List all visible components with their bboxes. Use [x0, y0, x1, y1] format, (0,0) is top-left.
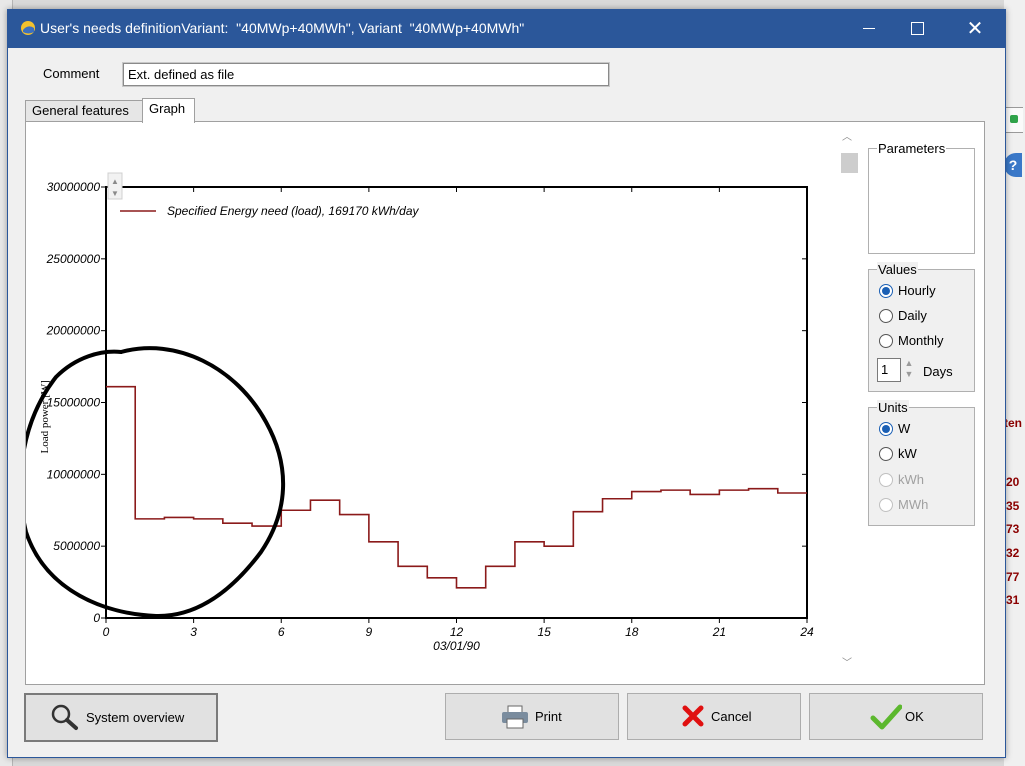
radio-label: Monthly	[898, 333, 944, 348]
chevron-up-icon[interactable]: ▲	[111, 177, 119, 186]
app-logo-icon	[21, 21, 35, 35]
y-tick-label: 20000000	[46, 324, 101, 338]
radio-label: kWh	[898, 472, 924, 487]
background-title-fragment: ten	[1004, 416, 1022, 430]
cancel-button[interactable]: Cancel	[627, 693, 801, 740]
radio-label: Hourly	[898, 283, 936, 298]
minimize-icon	[863, 28, 875, 30]
plot-frame	[105, 186, 808, 619]
y-tick-label: 10000000	[47, 467, 101, 481]
x-tick-label: 6	[278, 625, 285, 639]
radio-icon	[879, 422, 893, 436]
system-overview-label: System overview	[86, 710, 185, 725]
radio-icon	[879, 473, 893, 487]
graph-area: ▲ ▼ 0 5000000 10000000 15000000 20000000 250000…	[26, 122, 862, 684]
print-button[interactable]: Print	[445, 693, 619, 740]
window-title: User's needs definitionVariant: "40MWp+4…	[40, 20, 525, 36]
ok-button[interactable]: OK	[809, 693, 983, 740]
series-line	[106, 385, 807, 589]
magnifier-icon	[51, 704, 78, 730]
background-number: 31	[1006, 593, 1020, 607]
radio-icon	[879, 447, 893, 461]
close-icon: ✕	[966, 18, 984, 40]
scroll-up-icon[interactable]: ︿	[841, 132, 853, 144]
x-tick-label: 0	[103, 625, 110, 639]
printer-icon	[502, 705, 528, 729]
title-bar[interactable]: User's needs definitionVariant: "40MWp+4…	[8, 10, 1005, 48]
days-stepper[interactable]: ▲ ▼	[903, 358, 915, 382]
y-tick-label: 30000000	[47, 180, 101, 194]
x-tick-label: 15	[537, 625, 551, 639]
tab-general-features[interactable]: General features	[25, 100, 143, 121]
y-tick-label: 0	[93, 611, 100, 625]
checkmark-icon	[870, 704, 902, 730]
x-tick-label: 12	[450, 625, 464, 639]
comment-label: Comment	[43, 66, 100, 81]
chevron-down-icon[interactable]: ▼	[111, 189, 119, 198]
y-tick-label: 5000000	[53, 539, 100, 553]
values-title: Values	[877, 262, 918, 277]
x-tick-label: 9	[366, 625, 373, 639]
background-number: 20	[1006, 475, 1020, 489]
radio-icon	[879, 498, 893, 512]
background-number: 73	[1006, 522, 1020, 536]
maximize-icon	[910, 22, 924, 36]
parameters-group: Parameters	[868, 141, 975, 254]
scrollbar-thumb[interactable]	[841, 153, 858, 173]
parameters-title: Parameters	[877, 141, 947, 156]
radio-icon	[879, 334, 893, 348]
x-tick-label: 21	[712, 625, 726, 639]
radio-label: Daily	[898, 308, 927, 323]
y-tick-label: 25000000	[46, 252, 101, 266]
background-window-right-edge: ? ten 20 35 73 32 77 31	[1004, 0, 1025, 766]
radio-label: W	[898, 421, 911, 436]
x-tick-label: 18	[625, 625, 639, 639]
background-number: 32	[1006, 546, 1020, 560]
cancel-x-icon	[682, 705, 704, 727]
legend-label: Specified Energy need (load), 169170 kWh…	[167, 204, 419, 218]
radio-label: MWh	[898, 497, 929, 512]
minimize-button[interactable]	[846, 10, 892, 48]
chevron-down-icon[interactable]: ▼	[903, 369, 915, 380]
ok-label: OK	[905, 709, 924, 724]
x-axis-label: 03/01/90	[433, 639, 480, 653]
radio-label: kW	[898, 446, 917, 461]
background-number: 35	[1006, 499, 1020, 513]
radio-icon	[879, 284, 893, 298]
chevron-up-icon[interactable]: ▲	[903, 358, 915, 369]
cancel-label: Cancel	[711, 709, 752, 724]
print-label: Print	[535, 709, 562, 724]
days-value: 1	[881, 362, 889, 377]
days-input[interactable]: 1	[877, 358, 901, 382]
load-chart: ▲ ▼ 0 5000000 10000000 15000000 20000000 250000…	[26, 172, 814, 653]
x-tick-label: 3	[190, 625, 197, 639]
x-tick-label: 24	[799, 625, 814, 639]
annotation-circle	[26, 346, 286, 619]
values-group: Values Hourly Daily Monthly 1 ▲ ▼ Days	[868, 262, 975, 392]
help-button[interactable]: ?	[1004, 153, 1022, 177]
comment-input[interactable]	[123, 63, 609, 86]
maximize-button[interactable]	[894, 10, 940, 48]
system-overview-button[interactable]: System overview	[24, 693, 218, 742]
close-button[interactable]: ✕	[952, 10, 998, 48]
scroll-down-icon[interactable]: ﹀	[841, 658, 853, 670]
users-needs-dialog: User's needs definitionVariant: "40MWp+4…	[7, 9, 1006, 758]
tab-graph[interactable]: Graph	[142, 98, 195, 123]
units-title: Units	[877, 400, 909, 415]
days-label: Days	[923, 364, 953, 379]
y-tick-label: 15000000	[47, 396, 101, 410]
units-group: Units W kW kWh MWh	[868, 400, 975, 526]
vertical-scrollbar[interactable]: ︿ ﹀	[837, 130, 858, 675]
background-toolbar-button[interactable]	[1004, 107, 1023, 133]
background-number: 77	[1006, 570, 1020, 584]
graph-tab-panel: ▲ ▼ 0 5000000 10000000 15000000 20000000 250000…	[25, 121, 985, 685]
radio-icon	[879, 309, 893, 323]
